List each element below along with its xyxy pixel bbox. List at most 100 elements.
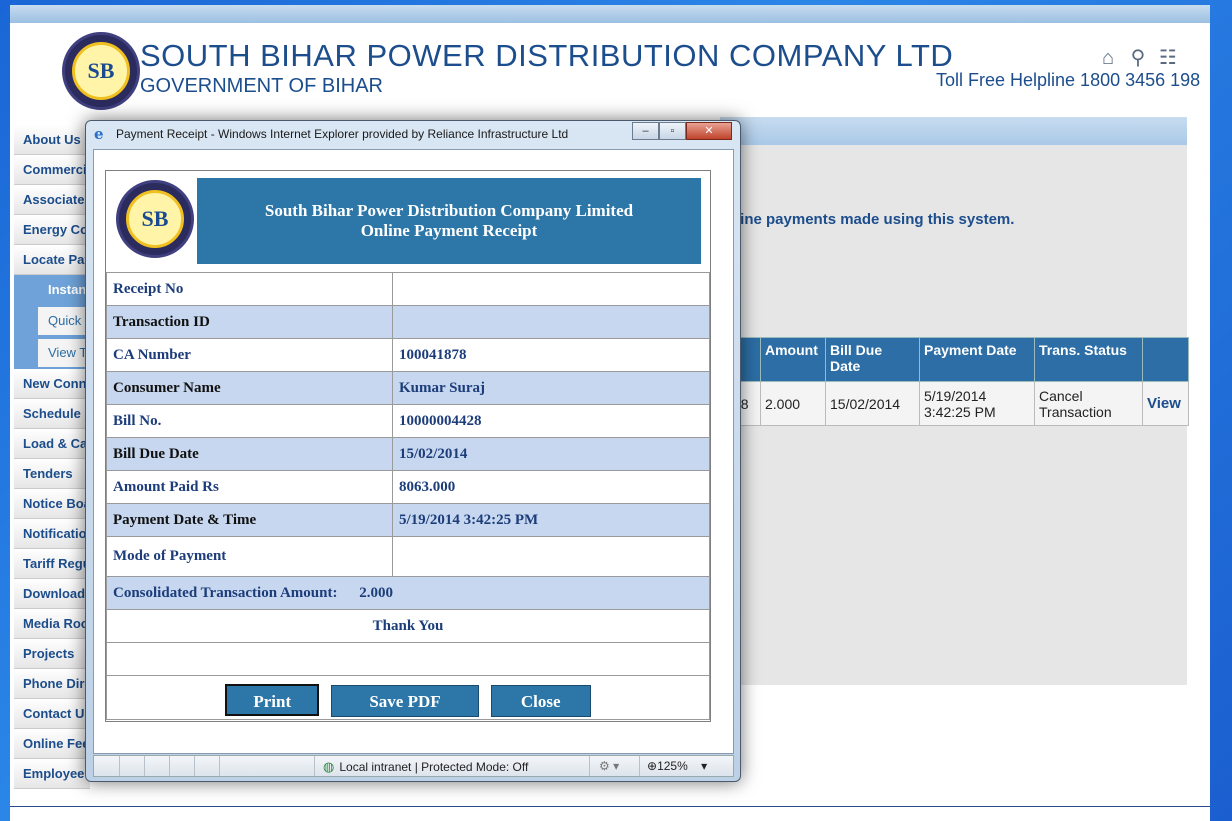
sidebar-item-commercial[interactable]: Commercial: [14, 155, 90, 185]
security-zone[interactable]: ◍ Local intranet | Protected Mode: Off: [323, 759, 528, 775]
sidebar-subitem: View Transactions: [14, 337, 90, 369]
table-header-row: o Amount Bill Due Date Payment Date Tran…: [728, 337, 1189, 382]
sidebar-item-locate[interactable]: Locate Pay Points: [14, 245, 90, 275]
top-bar: [10, 5, 1210, 23]
receipt-value: Kumar Suraj: [392, 371, 710, 405]
chevron-down-icon: ▾: [613, 759, 620, 773]
receipt-label: Receipt No: [106, 272, 393, 306]
button-cell: Print Save PDF Close: [106, 675, 710, 720]
receipt-label: Amount Paid Rs: [106, 470, 393, 504]
sidebar-item-downloads[interactable]: Downloads: [14, 579, 90, 609]
sidebar-item-energy[interactable]: Energy Conservation: [14, 215, 90, 245]
consolidated-row: Consolidated Transaction Amount: 2.000: [106, 576, 710, 610]
status-divider: [219, 756, 220, 776]
sidebar-item-tariff[interactable]: Tariff Regulations: [14, 549, 90, 579]
sidebar-item-phone[interactable]: Phone Directory: [14, 669, 90, 699]
status-divider: [144, 756, 145, 776]
receipt-title: Online Payment Receipt: [360, 221, 538, 240]
window-title: Payment Receipt - Windows Internet Explo…: [116, 127, 569, 141]
home-icon[interactable]: ⌂: [1093, 47, 1123, 70]
receipt-row: Payment Date & Time 5/19/2014 3:42:25 PM: [106, 503, 710, 537]
spacer-row: [106, 642, 710, 676]
sidebar-item-load[interactable]: Load & Category: [14, 429, 90, 459]
table-header: Payment Date: [919, 337, 1035, 382]
receipt-value: 5/19/2014 3:42:25 PM: [392, 503, 710, 537]
receipt-logo: SB: [116, 180, 194, 258]
receipt-row: CA Number 100041878: [106, 338, 710, 372]
chevron-down-icon: ▾: [701, 759, 708, 773]
payment-receipt-window: e Payment Receipt - Windows Internet Exp…: [85, 120, 741, 782]
view-link[interactable]: View: [1142, 381, 1189, 426]
table-row: 28 2.000 15/02/2014 5/19/2014 3:42:25 PM…: [728, 381, 1189, 426]
sidebar-subitem: Quick Pay: [14, 305, 90, 337]
window-controls: ‒ ▫ ✕: [632, 122, 732, 140]
receipt-value: [392, 536, 710, 577]
company-logo[interactable]: SB: [62, 32, 140, 110]
table-cell: 15/02/2014: [825, 381, 920, 426]
sidebar-item-about-us[interactable]: About Us: [14, 125, 90, 155]
sidebar-item-tenders[interactable]: Tenders: [14, 459, 90, 489]
sidebar-item-associates[interactable]: Associates: [14, 185, 90, 215]
window-content: SB South Bihar Power Distribution Compan…: [93, 149, 734, 754]
status-divider: [119, 756, 120, 776]
logo-text: SB: [126, 190, 184, 248]
table-header: Amount: [760, 337, 826, 382]
receipt-label: Bill Due Date: [106, 437, 393, 471]
close-button[interactable]: Close: [490, 685, 591, 717]
table-cell: 2.000: [760, 381, 826, 426]
save-pdf-button[interactable]: Save PDF: [331, 685, 479, 717]
maximize-button[interactable]: ▫: [659, 122, 686, 140]
zoom-control[interactable]: ⊕125% ▾: [647, 759, 707, 773]
sidebar-item-view[interactable]: View Transactions: [38, 339, 90, 367]
security-dropdown[interactable]: ⚙ ▾: [599, 759, 619, 773]
zone-text: Local intranet | Protected Mode: Off: [339, 760, 529, 774]
status-divider: [194, 756, 195, 776]
window-titlebar[interactable]: e Payment Receipt - Windows Internet Exp…: [86, 121, 740, 147]
header-icons: ⌂ ⚲ ☷: [1093, 45, 1183, 70]
search-icon[interactable]: ⚲: [1123, 45, 1153, 70]
sidebar-item-quick-pay[interactable]: Quick Pay: [38, 307, 90, 335]
receipt-row: Consumer Name Kumar Suraj: [106, 371, 710, 405]
table-header: Trans. Status: [1034, 337, 1143, 382]
sidebar-item-new-connection[interactable]: New Connection: [14, 369, 90, 399]
logo-text: SB: [72, 42, 130, 100]
transactions-table: o Amount Bill Due Date Payment Date Tran…: [728, 337, 1189, 426]
sidebar-item-contact[interactable]: Contact Us: [14, 699, 90, 729]
receipt-row: Bill Due Date 15/02/2014: [106, 437, 710, 471]
footer-divider: [10, 806, 1210, 807]
receipt-value: [392, 272, 710, 306]
print-button[interactable]: Print: [225, 684, 320, 716]
receipt-value: 100041878: [392, 338, 710, 372]
status-divider: [639, 756, 640, 776]
zoom-level: 125%: [657, 759, 688, 773]
consolidated-label: Consolidated Transaction Amount:: [113, 584, 338, 601]
sitemap-icon[interactable]: ☷: [1153, 45, 1183, 70]
minimize-button[interactable]: ‒: [632, 122, 659, 140]
receipt-label: Mode of Payment: [106, 536, 393, 577]
sidebar-item-schedule[interactable]: Schedule: [14, 399, 90, 429]
sidebar-item-employee[interactable]: Employee Login: [14, 759, 90, 789]
receipt-label: Bill No.: [106, 404, 393, 438]
sidebar-item-notice[interactable]: Notice Board: [14, 489, 90, 519]
receipt-table: Receipt No Transaction ID CA Number 10004…: [106, 272, 710, 720]
sidebar-item-feedback[interactable]: Online Feedback: [14, 729, 90, 759]
receipt-label: Consumer Name: [106, 371, 393, 405]
consolidated-cell: Consolidated Transaction Amount: 2.000: [106, 576, 710, 610]
receipt-row: Bill No. 10000004428: [106, 404, 710, 438]
status-bar: ◍ Local intranet | Protected Mode: Off ⚙…: [93, 755, 734, 777]
company-title: SOUTH BIHAR POWER DISTRIBUTION COMPANY L…: [140, 38, 954, 73]
sidebar-item-media[interactable]: Media Room: [14, 609, 90, 639]
receipt-header: SB South Bihar Power Distribution Compan…: [106, 171, 710, 272]
receipt-label: CA Number: [106, 338, 393, 372]
sidebar-item-projects[interactable]: Projects: [14, 639, 90, 669]
status-divider: [314, 756, 315, 776]
thank-you-text: Thank You: [106, 609, 710, 643]
sidebar-item-notifications[interactable]: Notifications: [14, 519, 90, 549]
receipt-row: Receipt No: [106, 272, 710, 306]
close-window-button[interactable]: ✕: [686, 122, 732, 140]
receipt-row: Mode of Payment: [106, 536, 710, 577]
button-row: Print Save PDF Close: [106, 675, 710, 720]
thank-you-row: Thank You: [106, 609, 710, 643]
receipt-value: 15/02/2014: [392, 437, 710, 471]
sidebar-sub-heading[interactable]: Instant Payment: [14, 275, 90, 305]
